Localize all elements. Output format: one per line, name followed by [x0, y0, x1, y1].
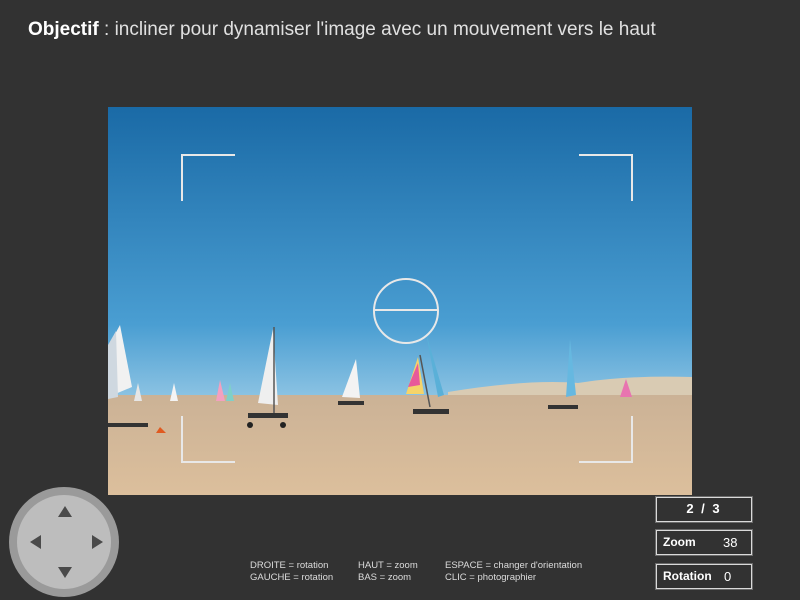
rotation-readout: Rotation 0 — [655, 563, 753, 590]
help-rotation: DROITE = rotation GAUCHE = rotation — [250, 560, 333, 584]
zoom-readout: Zoom 38 — [655, 529, 753, 556]
viewfinder-corner-top-right — [579, 154, 633, 201]
zoom-value: 38 — [723, 535, 738, 550]
help-zoom: HAUT = zoom BAS = zoom — [358, 560, 418, 584]
viewfinder-corner-top-left — [181, 154, 235, 201]
rotation-value: 0 — [724, 569, 732, 584]
help-misc: ESPACE = changer d'orientation CLIC = ph… — [445, 560, 582, 584]
objective-text: Objectif : incliner pour dynamiser l'ima… — [28, 19, 656, 41]
viewfinder-circle-icon — [373, 278, 439, 344]
arrow-down-icon[interactable] — [58, 567, 72, 578]
viewfinder-corner-bottom-right — [579, 416, 633, 463]
zoom-label: Zoom — [663, 535, 696, 549]
horizon-level-line — [375, 309, 437, 311]
objective-label: Objectif — [28, 19, 99, 40]
help-right: DROITE = rotation — [250, 560, 329, 571]
photo-counter: 2 / 3 — [655, 496, 753, 523]
help-click: CLIC = photographier — [445, 572, 537, 583]
objective-description: : incliner pour dynamiser l'image avec u… — [98, 19, 656, 40]
arrow-left-icon[interactable] — [30, 535, 41, 549]
help-left: GAUCHE = rotation — [250, 572, 334, 583]
help-down: BAS = zoom — [358, 572, 412, 583]
arrow-right-icon[interactable] — [92, 535, 103, 549]
help-up: HAUT = zoom — [358, 560, 418, 571]
help-space: ESPACE = changer d'orientation — [445, 560, 583, 571]
viewfinder-corner-bottom-left — [181, 416, 235, 463]
arrow-up-icon[interactable] — [58, 506, 72, 517]
rotation-label: Rotation — [663, 569, 712, 583]
